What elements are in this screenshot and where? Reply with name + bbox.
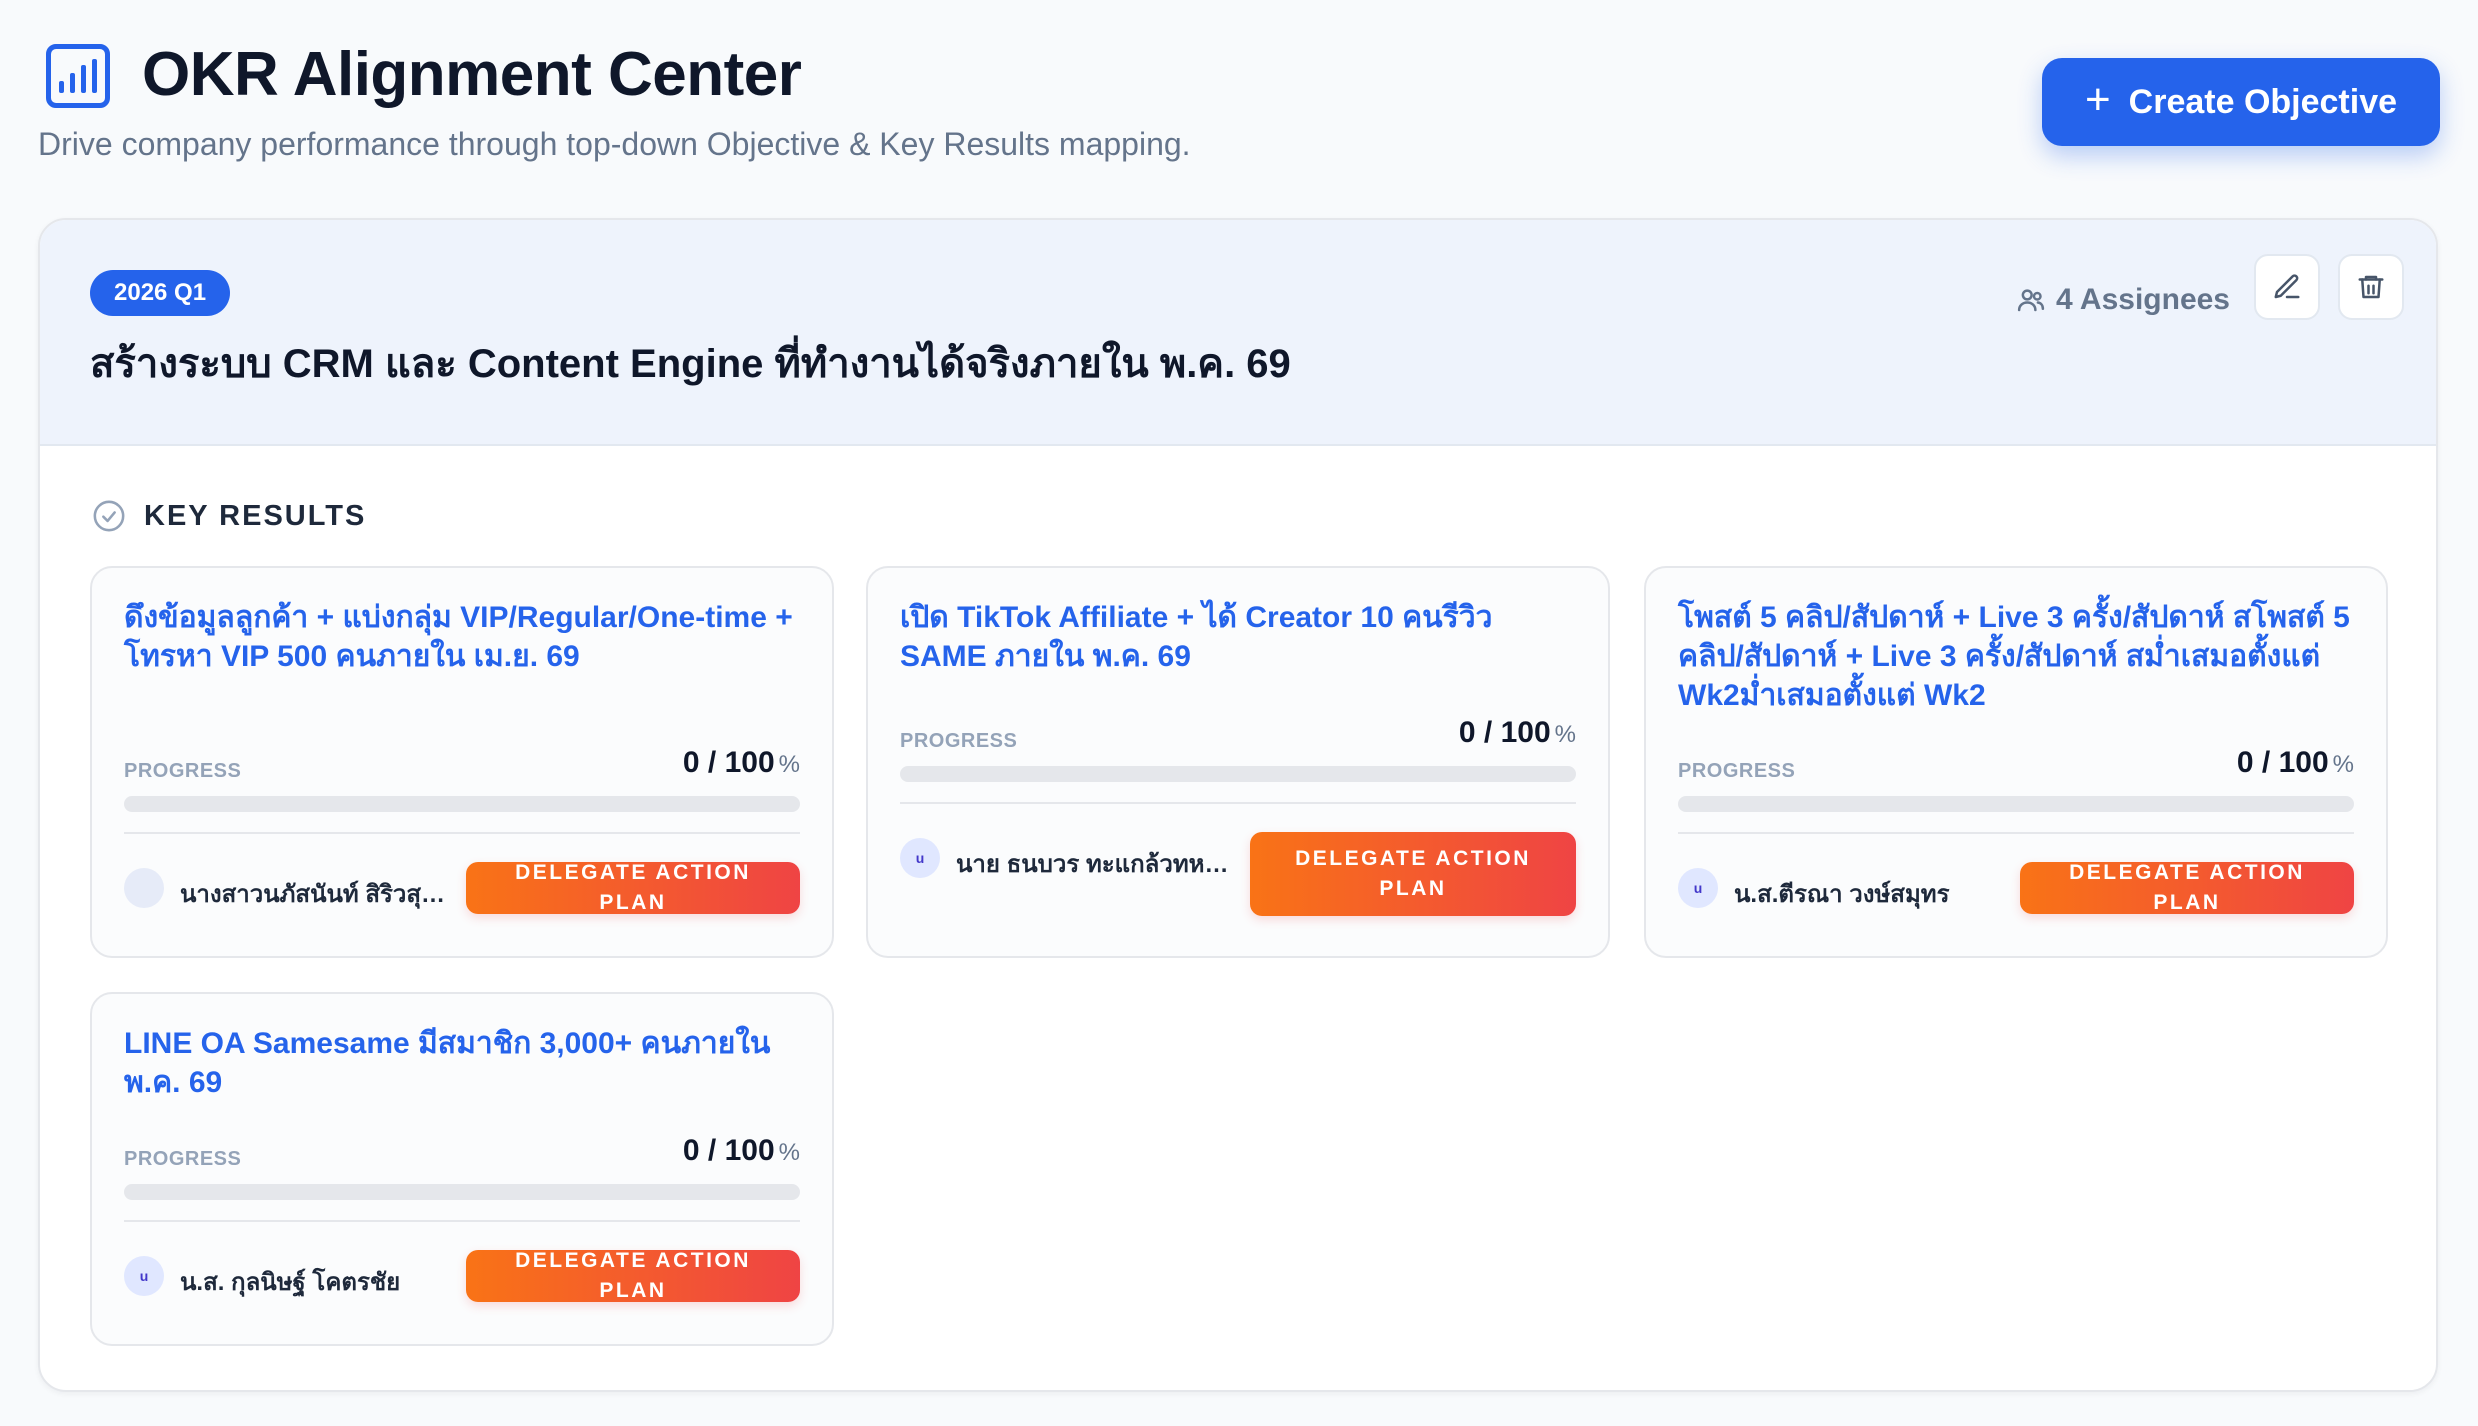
bar-chart-icon [46, 44, 110, 108]
progress-unit: % [1554, 721, 1576, 748]
progress-number: 0 / 100 [682, 1134, 775, 1167]
plus-icon: + [2084, 75, 2111, 124]
progress-label: PROGRESS [1678, 760, 1796, 782]
delegate-action-plan-button[interactable]: DELEGATE ACTION PLAN [466, 861, 800, 914]
delete-objective-button[interactable] [2338, 254, 2404, 320]
key-result-title[interactable]: เปิด TikTok Affiliate + ได้ Creator 10 ค… [900, 598, 1576, 676]
owner-name: นาย ธนบวร ทะแกล้วทหาร... [956, 851, 1238, 878]
progress-unit: % [778, 1139, 800, 1166]
divider [124, 832, 800, 834]
avatar: u [124, 1256, 164, 1296]
trash-icon [2358, 275, 2384, 299]
page-title: OKR Alignment Center [142, 40, 802, 109]
check-circle-icon [93, 500, 125, 532]
owner-name: นางสาวนภัสนันท์ สิริวสุรมย์ [180, 881, 450, 908]
owner-name: น.ส.ตีรณา วงษ์สมุทร [1734, 881, 1950, 908]
progress-number: 0 / 100 [2236, 746, 2329, 779]
divider [900, 802, 1576, 804]
progress-unit: % [2332, 751, 2354, 778]
edit-objective-button[interactable] [2254, 254, 2320, 320]
owner-name: น.ส. กุลนิษฐ์ โคตรชัย [180, 1269, 401, 1296]
progress-label: PROGRESS [124, 760, 242, 782]
avatar: u [900, 838, 940, 878]
progress-label: PROGRESS [124, 1148, 242, 1170]
create-objective-label: Create Objective [2128, 82, 2398, 121]
progress-number: 0 / 100 [682, 746, 775, 779]
key-result-card: ดึงข้อมูลลูกค้า + แบ่งกลุ่ม VIP/Regular/… [90, 566, 834, 958]
quarter-badge: 2026 Q1 [90, 270, 231, 316]
key-result-title[interactable]: ดึงข้อมูลลูกค้า + แบ่งกลุ่ม VIP/Regular/… [124, 598, 800, 676]
key-results-heading: KEY RESULTS [92, 496, 366, 536]
pencil-icon [2274, 274, 2300, 299]
key-result-card: เปิด TikTok Affiliate + ได้ Creator 10 ค… [866, 566, 1610, 958]
objective-header: 2026 Q1 สร้างระบบ CRM และ Content Engine… [40, 220, 2436, 446]
progress-value: 0 / 100% [2237, 746, 2354, 780]
assignees-label: 4 Assignees [2056, 283, 2230, 316]
progress-bar [1678, 796, 2354, 812]
key-result-title[interactable]: LINE OA Samesame มีสมาชิก 3,000+ คนภายใน… [124, 1024, 800, 1102]
create-objective-button[interactable]: + Create Objective [2042, 58, 2440, 146]
assignees-count[interactable]: 4 Assignees [2016, 270, 2230, 330]
progress-value: 0 / 100% [683, 1134, 800, 1168]
progress-bar [124, 1184, 800, 1200]
key-results-label: KEY RESULTS [144, 499, 367, 532]
page-subtitle: Drive company performance through top-do… [38, 126, 1191, 162]
progress-value: 0 / 100% [1459, 716, 1576, 750]
avatar [124, 868, 164, 908]
key-result-title[interactable]: โพสต์ 5 คลิป/สัปดาห์ + Live 3 ครั้ง/สัปด… [1678, 598, 2354, 715]
divider [1678, 832, 2354, 834]
avatar: u [1678, 868, 1718, 908]
key-result-card: โพสต์ 5 คลิป/สัปดาห์ + Live 3 ครั้ง/สัปด… [1644, 566, 2388, 958]
progress-unit: % [778, 751, 800, 778]
users-icon [2017, 289, 2045, 312]
objective-card: 2026 Q1 สร้างระบบ CRM และ Content Engine… [38, 218, 2438, 1392]
progress-label: PROGRESS [900, 730, 1018, 752]
progress-number: 0 / 100 [1458, 716, 1551, 749]
objective-title: สร้างระบบ CRM และ Content Engine ที่ทำงา… [90, 342, 1291, 386]
divider [124, 1220, 800, 1222]
key-result-card: LINE OA Samesame มีสมาชิก 3,000+ คนภายใน… [90, 992, 834, 1346]
progress-bar [124, 796, 800, 812]
page-header: OKR Alignment Center Drive company perfo… [38, 38, 2440, 188]
progress-value: 0 / 100% [683, 746, 800, 780]
progress-bar [900, 766, 1576, 782]
delegate-action-plan-button[interactable]: DELEGATE ACTION PLAN [2020, 861, 2354, 914]
delegate-action-plan-button[interactable]: DELEGATE ACTION PLAN [466, 1249, 800, 1302]
delegate-action-plan-button[interactable]: DELEGATE ACTION PLAN [1250, 832, 1576, 916]
